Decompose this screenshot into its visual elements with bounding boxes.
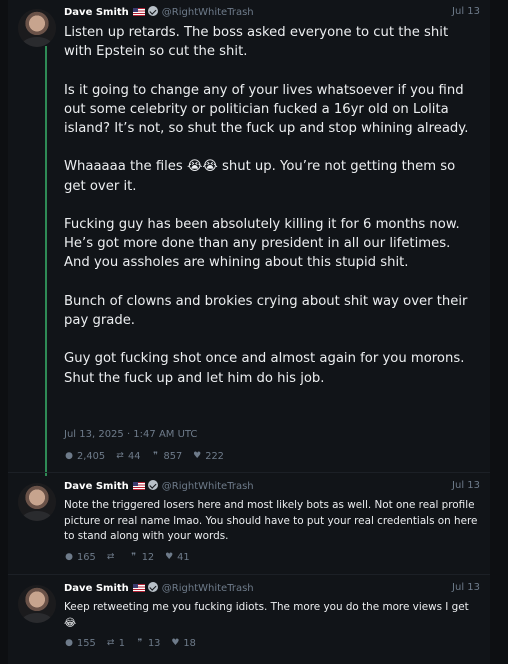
avatar[interactable] xyxy=(18,483,56,521)
username-handle[interactable]: @RightWhiteTrash xyxy=(162,583,254,594)
quote-icon: ❞ xyxy=(137,638,143,648)
comment-icon: ● xyxy=(65,552,73,562)
retweet-count: 44 xyxy=(128,450,141,462)
avatar[interactable] xyxy=(18,9,56,47)
retweet-icon: ⇄ xyxy=(106,638,115,648)
tweet-date[interactable]: Jul 13 xyxy=(452,582,480,593)
tweet-header: Dave Smith @RightWhiteTrash Jul 13 xyxy=(64,6,480,22)
timeline: Dave Smith @RightWhiteTrash Jul 13 Listen… xyxy=(8,0,490,664)
quote-button[interactable]: ❞ 13 xyxy=(135,637,161,649)
tweet-main[interactable]: Dave Smith @RightWhiteTrash Jul 13 Listen… xyxy=(8,6,490,474)
tweet-text: Note the triggered losers here and most … xyxy=(64,499,481,542)
display-name[interactable]: Dave Smith xyxy=(64,7,129,18)
avatar[interactable] xyxy=(18,585,56,623)
reply-button[interactable]: ● 2,405 xyxy=(64,451,105,462)
tweet-stats: ● 165 ⇄ ❞ 12 ♥ 41 xyxy=(64,550,190,564)
comment-icon: ● xyxy=(65,451,73,461)
tweet-reply[interactable]: Dave Smith @RightWhiteTrash Jul 13 Note t… xyxy=(8,480,490,570)
like-button[interactable]: ♥ 18 xyxy=(170,637,196,649)
like-button[interactable]: ♥ 222 xyxy=(192,451,224,462)
retweet-icon: ⇄ xyxy=(106,552,115,562)
reply-count: 165 xyxy=(77,551,96,563)
username-handle[interactable]: @RightWhiteTrash xyxy=(162,7,254,18)
retweet-button[interactable]: ⇄ 44 xyxy=(115,451,140,462)
retweet-icon: ⇄ xyxy=(116,451,124,461)
display-name[interactable]: Dave Smith xyxy=(64,481,129,492)
tweet-header: Dave Smith @RightWhiteTrash Jul 13 xyxy=(64,582,480,598)
us-flag-icon xyxy=(132,482,145,490)
verified-icon xyxy=(147,480,158,490)
tweet-text: Keep retweeting me you fucking idiots. T… xyxy=(64,601,473,629)
verified-icon xyxy=(147,6,158,16)
tweet-stats: ● 155 ⇄ 1 ❞ 13 ♥ 18 xyxy=(64,636,196,650)
retweet-button[interactable]: ⇄ 1 xyxy=(106,638,125,649)
heart-icon: ♥ xyxy=(165,552,174,562)
username-handle[interactable]: @RightWhiteTrash xyxy=(162,481,254,492)
comment-icon: ● xyxy=(65,638,73,648)
reply-count: 155 xyxy=(77,637,96,649)
quote-icon: ❞ xyxy=(131,552,137,562)
heart-icon: ♥ xyxy=(193,451,202,461)
like-button[interactable]: ♥ 41 xyxy=(164,551,190,563)
tweet-header: Dave Smith @RightWhiteTrash Jul 13 xyxy=(64,480,480,496)
tweet-text: Listen up retards. The boss asked everyo… xyxy=(64,25,469,386)
us-flag-icon xyxy=(132,8,145,16)
us-flag-icon xyxy=(132,584,145,592)
quote-count: 12 xyxy=(141,551,155,563)
tweet-reply[interactable]: Dave Smith @RightWhiteTrash Jul 13 Keep r… xyxy=(8,582,490,660)
tweet-date[interactable]: Jul 13 xyxy=(452,6,480,17)
tweet-stats: ● 2,405 ⇄ 44 ❞ 857 ♥ 222 xyxy=(64,449,224,463)
verified-icon xyxy=(147,582,158,592)
quote-button[interactable]: ❞ 12 xyxy=(129,552,154,563)
reply-count: 2,405 xyxy=(77,450,106,462)
tweet-date[interactable]: Jul 13 xyxy=(452,480,480,491)
reply-button[interactable]: ● 155 xyxy=(64,638,96,649)
like-count: 41 xyxy=(177,551,190,563)
quote-count: 857 xyxy=(163,450,183,462)
reply-button[interactable]: ● 165 xyxy=(64,552,96,563)
divider xyxy=(8,472,490,473)
quote-icon: ❞ xyxy=(153,451,158,461)
quote-button[interactable]: ❞ 857 xyxy=(151,450,183,462)
like-count: 222 xyxy=(205,450,224,462)
heart-icon: ♥ xyxy=(171,638,180,648)
like-count: 18 xyxy=(183,637,196,649)
tweet-timestamp[interactable]: Jul 13, 2025 · 1:47 AM UTC xyxy=(64,429,197,440)
display-name[interactable]: Dave Smith xyxy=(64,583,129,594)
divider xyxy=(8,574,490,575)
retweet-count: 1 xyxy=(118,637,125,649)
quote-count: 13 xyxy=(147,637,161,649)
retweet-button[interactable]: ⇄ xyxy=(106,552,119,562)
